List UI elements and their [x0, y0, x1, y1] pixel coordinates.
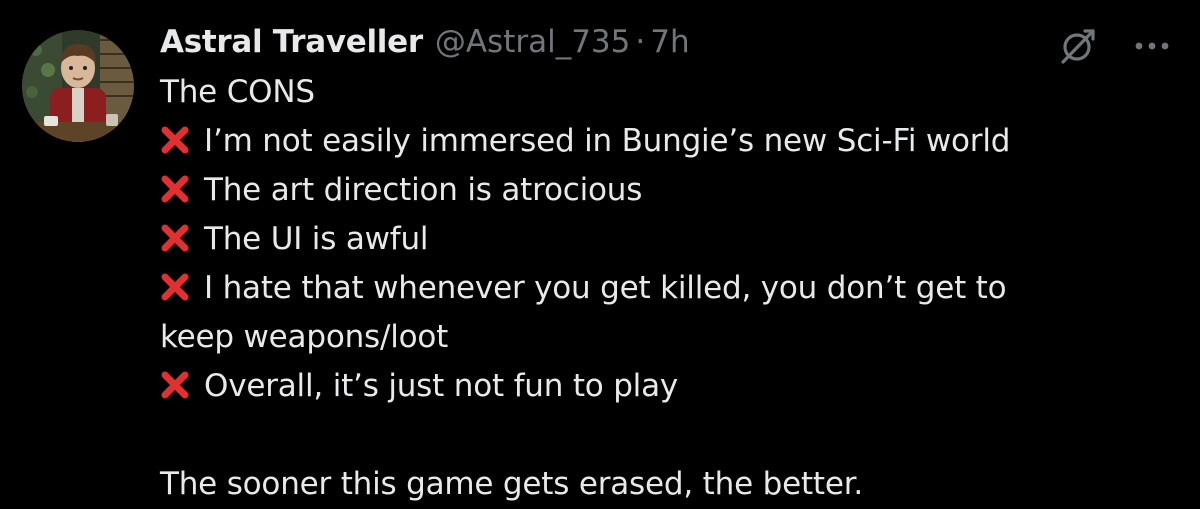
- post-closing: The sooner this game gets erased, the be…: [160, 466, 864, 502]
- display-name[interactable]: Astral Traveller: [160, 20, 423, 64]
- user-handle[interactable]: @Astral_735: [435, 20, 631, 64]
- cons-item: I’m not easily immersed in Bungie’s new …: [160, 117, 1170, 166]
- meta-separator: ·: [635, 24, 646, 60]
- cross-mark-icon: [161, 224, 189, 252]
- cross-mark-icon: [161, 273, 189, 301]
- paragraph-break: [160, 411, 1170, 460]
- cons-item-text: I’m not easily immersed in Bungie’s new …: [204, 123, 1011, 159]
- cons-item-text: I hate that whenever you get killed, you…: [204, 270, 1007, 306]
- cons-item: The art direction is atrocious: [160, 166, 1170, 215]
- tweet: Astral Traveller @Astral_735 · 7h The CO…: [0, 0, 1200, 508]
- cons-item-text: The UI is awful: [204, 221, 429, 257]
- avatar[interactable]: [22, 30, 134, 142]
- more-icon[interactable]: [1134, 40, 1170, 52]
- cross-mark-icon: [161, 126, 189, 154]
- cons-item: The UI is awful: [160, 215, 1170, 264]
- cross-mark-icon: [161, 371, 189, 399]
- cons-item-text: The art direction is atrocious: [204, 172, 643, 208]
- cons-item: Overall, it’s just not fun to play: [160, 362, 1170, 411]
- cross-mark-icon: [161, 175, 189, 203]
- post-header: Astral Traveller @Astral_735 · 7h: [160, 20, 690, 64]
- post-actions: [1058, 26, 1170, 66]
- timestamp[interactable]: 7h: [650, 20, 689, 64]
- post-heading: The CONS: [160, 74, 315, 110]
- cons-item-continuation: keep weapons/loot: [160, 319, 449, 355]
- profile-illustration: [22, 30, 134, 142]
- cons-item-text: Overall, it’s just not fun to play: [204, 368, 679, 404]
- post-text: The CONS I’m not easily immersed in Bung…: [160, 68, 1170, 509]
- grok-icon[interactable]: [1058, 26, 1098, 66]
- cons-item: I hate that whenever you get killed, you…: [160, 264, 1170, 313]
